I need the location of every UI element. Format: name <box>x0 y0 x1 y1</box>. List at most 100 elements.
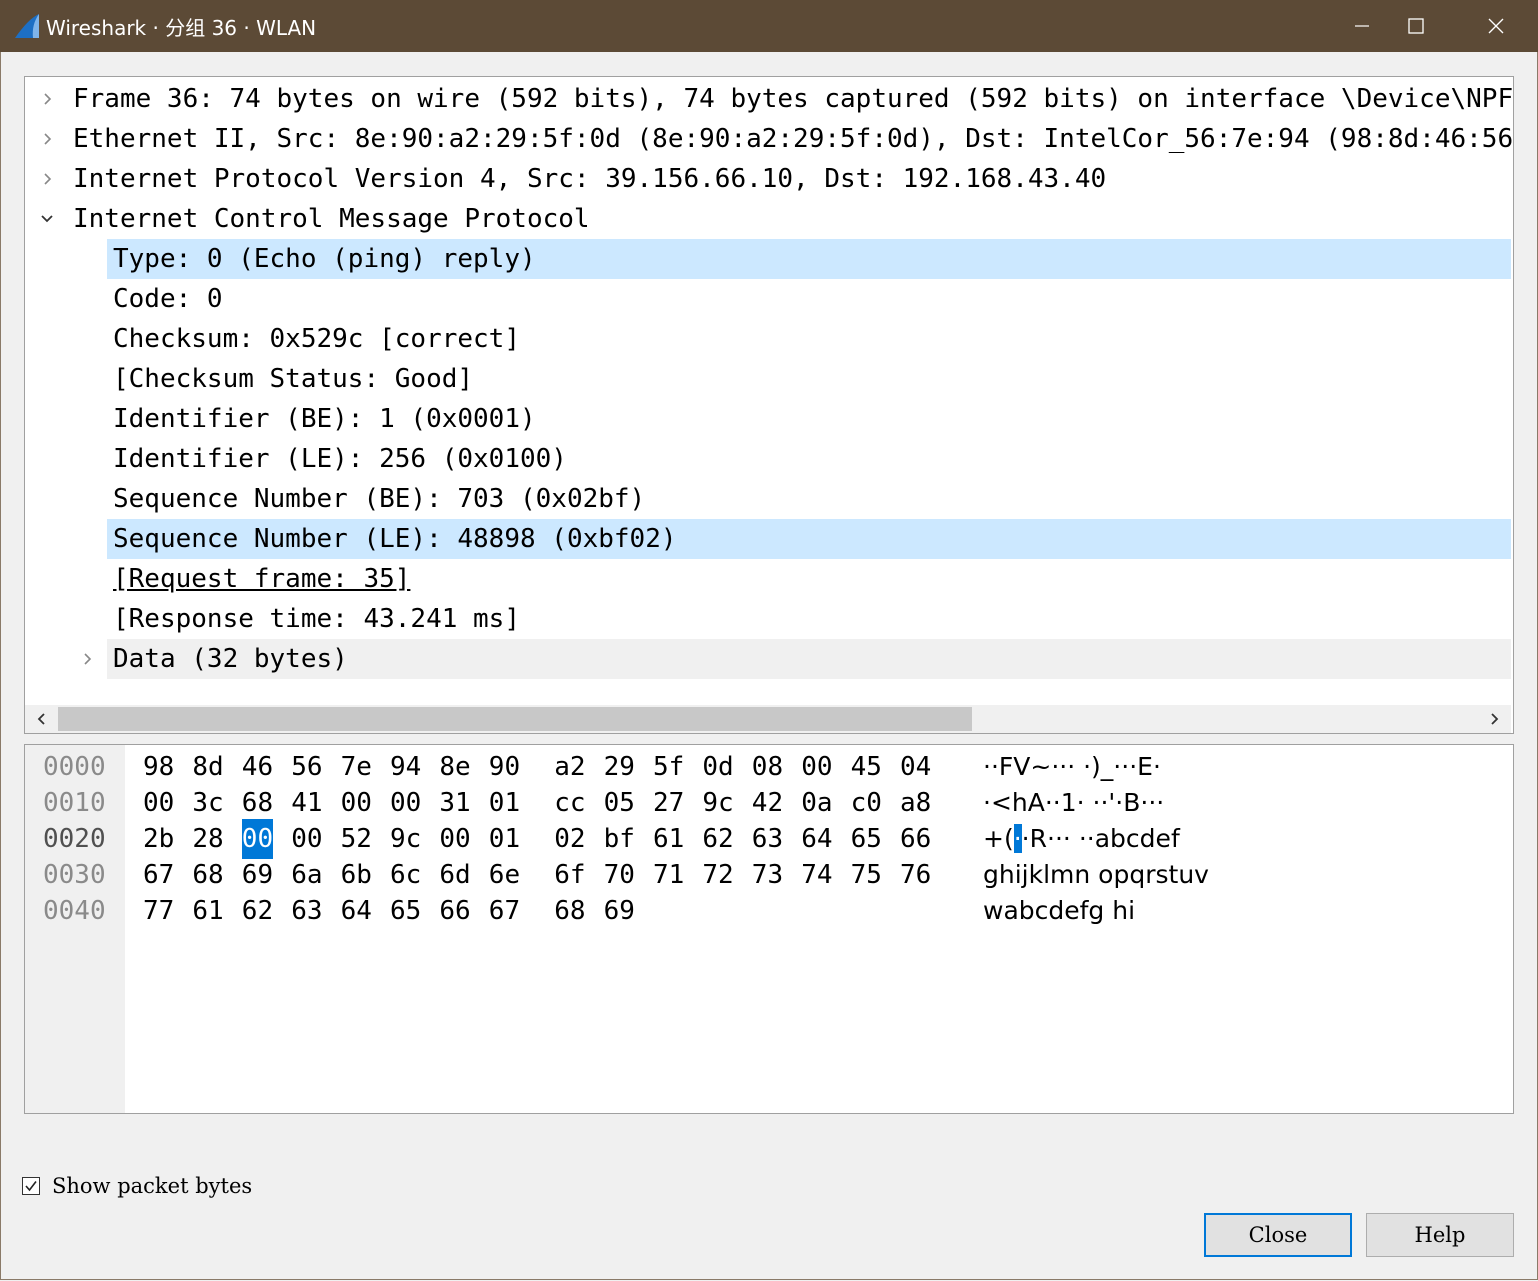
tree-row[interactable]: Identifier (BE): 1 (0x0001) <box>25 399 1511 439</box>
packet-details-tree[interactable]: Frame 36: 74 bytes on wire (592 bits), 7… <box>24 76 1514 734</box>
hex-byte[interactable]: 98 <box>143 747 174 787</box>
expand-arrow-closed[interactable] <box>37 79 57 119</box>
hex-byte[interactable]: 75 <box>851 855 882 895</box>
close-window-button[interactable] <box>1456 0 1536 52</box>
hex-byte[interactable]: 66 <box>439 891 470 931</box>
hex-byte[interactable]: 3c <box>192 783 223 823</box>
hex-byte[interactable]: 63 <box>752 819 783 859</box>
hex-byte[interactable]: 00 <box>291 819 322 859</box>
hex-byte[interactable]: 74 <box>801 855 832 895</box>
hex-byte[interactable]: 65 <box>390 891 421 931</box>
hex-byte[interactable]: 52 <box>341 819 372 859</box>
show-packet-bytes-toggle[interactable]: Show packet bytes <box>22 1173 252 1199</box>
hex-byte[interactable]: 45 <box>851 747 882 787</box>
hex-byte[interactable]: 05 <box>604 783 635 823</box>
hex-byte[interactable]: 62 <box>242 891 273 931</box>
ascii-text[interactable]: ·<hA··1· ··'·B··· <box>983 783 1164 823</box>
hex-byte[interactable]: bf <box>604 819 635 859</box>
hex-byte[interactable]: 64 <box>341 891 372 931</box>
hex-byte[interactable]: 76 <box>900 855 931 895</box>
hex-byte[interactable]: 68 <box>192 855 223 895</box>
ascii-text[interactable]: +(··R··· ··abcdef <box>983 819 1180 859</box>
hex-byte[interactable]: 6b <box>341 855 372 895</box>
hex-byte[interactable]: 94 <box>390 747 421 787</box>
hex-byte[interactable]: 27 <box>653 783 684 823</box>
hex-byte[interactable]: 00 <box>390 783 421 823</box>
hex-byte[interactable]: 61 <box>653 819 684 859</box>
horizontal-scrollbar[interactable] <box>25 705 1511 733</box>
hex-byte[interactable]: 72 <box>702 855 733 895</box>
hex-byte[interactable]: cc <box>554 783 585 823</box>
tree-row[interactable]: Type: 0 (Echo (ping) reply) <box>25 239 1511 279</box>
hex-byte[interactable]: 66 <box>900 819 931 859</box>
hex-byte[interactable]: 00 <box>143 783 174 823</box>
tree-row[interactable]: Ethernet II, Src: 8e:90:a2:29:5f:0d (8e:… <box>25 119 1513 159</box>
hex-byte[interactable]: 6c <box>390 855 421 895</box>
ascii-text[interactable]: ghijklmn opqrstuv <box>983 855 1209 895</box>
hex-byte[interactable]: 6a <box>291 855 322 895</box>
hex-byte[interactable]: 62 <box>702 819 733 859</box>
scroll-right-button[interactable] <box>1479 705 1509 733</box>
hex-byte[interactable]: 64 <box>801 819 832 859</box>
expand-arrow-closed[interactable] <box>77 639 97 679</box>
hex-byte[interactable]: 68 <box>554 891 585 931</box>
tree-row[interactable]: Frame 36: 74 bytes on wire (592 bits), 7… <box>25 79 1513 119</box>
hex-byte[interactable]: 8e <box>439 747 470 787</box>
hex-byte[interactable]: 28 <box>192 819 223 859</box>
hex-byte[interactable]: 70 <box>604 855 635 895</box>
tree-row[interactable]: Sequence Number (LE): 48898 (0xbf02) <box>25 519 1511 559</box>
hex-byte[interactable]: 0a <box>801 783 832 823</box>
expand-arrow-closed[interactable] <box>37 119 57 159</box>
hex-byte[interactable]: 73 <box>752 855 783 895</box>
hex-byte[interactable]: 31 <box>439 783 470 823</box>
hex-byte[interactable]: 00 <box>241 819 274 859</box>
scrollbar-thumb[interactable] <box>58 707 972 731</box>
tree-row[interactable]: Sequence Number (BE): 703 (0x02bf) <box>25 479 1511 519</box>
ascii-text[interactable]: wabcdefg hi <box>983 891 1135 931</box>
tree-row[interactable]: Data (32 bytes) <box>25 639 1511 679</box>
hex-byte[interactable]: 69 <box>604 891 635 931</box>
hex-byte[interactable]: 42 <box>752 783 783 823</box>
hex-byte[interactable]: 71 <box>653 855 684 895</box>
tree-row[interactable]: Internet Protocol Version 4, Src: 39.156… <box>25 159 1511 199</box>
hex-byte[interactable]: 0d <box>702 747 733 787</box>
hex-byte[interactable]: 67 <box>143 855 174 895</box>
hex-byte[interactable]: 2b <box>143 819 174 859</box>
hex-byte[interactable]: 08 <box>752 747 783 787</box>
hex-byte[interactable]: 9c <box>390 819 421 859</box>
hex-byte[interactable]: 8d <box>192 747 223 787</box>
hex-byte[interactable]: a2 <box>554 747 585 787</box>
tree-row[interactable]: Identifier (LE): 256 (0x0100) <box>25 439 1511 479</box>
tree-row[interactable]: [Response time: 43.241 ms] <box>25 599 1511 639</box>
maximize-button[interactable] <box>1376 0 1456 52</box>
hex-byte[interactable]: 6d <box>439 855 470 895</box>
hex-byte[interactable]: 46 <box>242 747 273 787</box>
hex-byte[interactable]: 00 <box>439 819 470 859</box>
hex-byte[interactable]: 6e <box>489 855 520 895</box>
hex-byte[interactable]: 01 <box>489 783 520 823</box>
hex-byte[interactable]: 65 <box>851 819 882 859</box>
hex-byte[interactable]: 29 <box>604 747 635 787</box>
tree-row[interactable]: Internet Control Message Protocol <box>25 199 1511 239</box>
hex-byte[interactable]: 67 <box>489 891 520 931</box>
tree-row[interactable]: [Request frame: 35] <box>25 559 1511 599</box>
tree-row[interactable]: Checksum: 0x529c [correct] <box>25 319 1511 359</box>
hex-byte[interactable]: 77 <box>143 891 174 931</box>
hex-byte[interactable]: 04 <box>900 747 931 787</box>
hex-byte[interactable]: 5f <box>653 747 684 787</box>
hex-byte[interactable]: 00 <box>341 783 372 823</box>
hex-byte[interactable]: 7e <box>341 747 372 787</box>
scroll-left-button[interactable] <box>27 705 57 733</box>
hex-byte[interactable]: 69 <box>242 855 273 895</box>
hex-byte[interactable]: 6f <box>554 855 585 895</box>
hex-byte[interactable]: 41 <box>291 783 322 823</box>
expand-arrow-open[interactable] <box>37 199 57 239</box>
tree-row[interactable]: [Checksum Status: Good] <box>25 359 1511 399</box>
tree-row-label[interactable]: [Request frame: 35] <box>107 559 410 599</box>
hex-byte[interactable]: 90 <box>489 747 520 787</box>
close-button[interactable]: Close <box>1204 1213 1352 1257</box>
hex-byte[interactable]: 68 <box>242 783 273 823</box>
hex-byte[interactable]: 00 <box>801 747 832 787</box>
hex-byte[interactable]: 9c <box>702 783 733 823</box>
packet-bytes-pane[interactable]: 0000 98 8d 46 56 7e 94 8e 90 a2 29 5f 0d 08 00 45 04 ··FV… <box>24 744 1514 1114</box>
